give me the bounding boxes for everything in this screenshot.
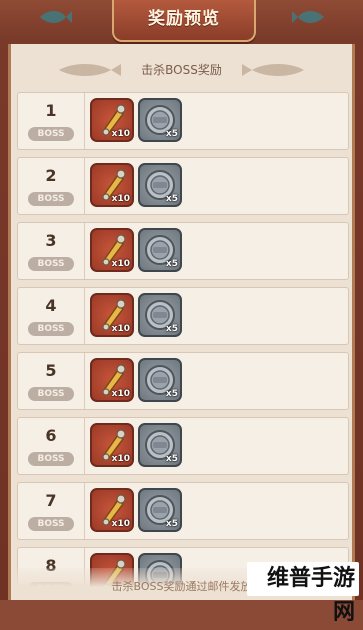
item-quantity: x5	[165, 389, 178, 399]
rank-column: 3 BOSS	[22, 227, 80, 275]
item-quantity: x10	[111, 129, 130, 139]
boss-badge: BOSS	[28, 387, 74, 401]
fish-ornament-icon	[40, 11, 72, 23]
divider	[84, 353, 85, 409]
rank-number: 2	[45, 166, 57, 185]
reward-item-scroll[interactable]: x10	[90, 358, 134, 402]
reward-item-coin[interactable]: x5	[138, 98, 182, 142]
reward-item-coin[interactable]: x5	[138, 358, 182, 402]
reward-panel[interactable]: 击杀BOSS奖励 1 BOSS x10 x5 2 BOSS x10 x5 3 B…	[8, 44, 355, 600]
item-quantity: x10	[111, 454, 130, 464]
rank-number: 5	[45, 361, 57, 380]
section-header: 击杀BOSS奖励	[11, 58, 352, 82]
rank-column: 5 BOSS	[22, 357, 80, 405]
rank-number: 6	[45, 426, 57, 445]
reward-item-scroll[interactable]: x10	[90, 163, 134, 207]
reward-row: 4 BOSS x10 x5	[17, 287, 349, 345]
divider	[84, 483, 85, 539]
rank-column: 6 BOSS	[22, 422, 80, 470]
fish-decoration-icon	[242, 64, 304, 76]
rank-column: 2 BOSS	[22, 162, 80, 210]
divider	[84, 223, 85, 279]
boss-badge: BOSS	[28, 127, 74, 141]
item-quantity: x5	[165, 259, 178, 269]
watermark-text: 维普手游网	[266, 566, 355, 625]
item-quantity: x10	[111, 519, 130, 529]
boss-badge: BOSS	[28, 192, 74, 206]
rank-number: 7	[45, 491, 57, 510]
rank-number: 4	[45, 296, 57, 315]
reward-item-coin[interactable]: x5	[138, 293, 182, 337]
title-tab: 奖励预览	[112, 0, 256, 42]
reward-item-scroll[interactable]: x10	[90, 98, 134, 142]
divider	[84, 288, 85, 344]
reward-item-coin[interactable]: x5	[138, 488, 182, 532]
boss-badge: BOSS	[28, 322, 74, 336]
reward-item-scroll[interactable]: x10	[90, 228, 134, 272]
item-quantity: x5	[165, 454, 178, 464]
reward-row: 7 BOSS x10 x5	[17, 482, 349, 540]
item-quantity: x10	[111, 324, 130, 334]
watermark: 维普手游网	[247, 562, 359, 625]
item-quantity: x5	[165, 324, 178, 334]
divider	[84, 93, 85, 149]
rank-column: 4 BOSS	[22, 292, 80, 340]
item-quantity: x5	[165, 194, 178, 204]
reward-item-coin[interactable]: x5	[138, 228, 182, 272]
item-quantity: x5	[165, 129, 178, 139]
reward-item-scroll[interactable]: x10	[90, 293, 134, 337]
boss-badge: BOSS	[28, 517, 74, 531]
fish-ornament-icon	[292, 11, 324, 23]
reward-row: 6 BOSS x10 x5	[17, 417, 349, 475]
item-quantity: x10	[111, 389, 130, 399]
divider	[84, 158, 85, 214]
reward-row: 1 BOSS x10 x5	[17, 92, 349, 150]
reward-item-coin[interactable]: x5	[138, 163, 182, 207]
item-quantity: x10	[111, 259, 130, 269]
reward-row: 2 BOSS x10 x5	[17, 157, 349, 215]
rank-number: 3	[45, 231, 57, 250]
item-quantity: x5	[165, 519, 178, 529]
boss-badge: BOSS	[28, 452, 74, 466]
page-title: 奖励预览	[148, 9, 220, 29]
item-quantity: x10	[111, 194, 130, 204]
rank-number: 1	[45, 101, 57, 120]
rank-column: 1 BOSS	[22, 97, 80, 145]
boss-badge: BOSS	[28, 257, 74, 271]
reward-row: 3 BOSS x10 x5	[17, 222, 349, 280]
reward-item-coin[interactable]: x5	[138, 423, 182, 467]
reward-item-scroll[interactable]: x10	[90, 423, 134, 467]
reward-row: 5 BOSS x10 x5	[17, 352, 349, 410]
rank-column: 7 BOSS	[22, 487, 80, 535]
divider	[84, 418, 85, 474]
reward-item-scroll[interactable]: x10	[90, 488, 134, 532]
